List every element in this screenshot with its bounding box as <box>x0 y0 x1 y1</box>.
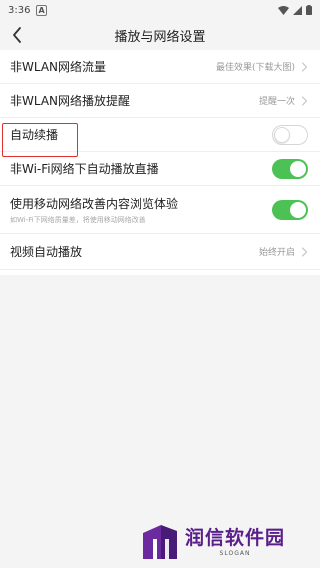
status-bar: 3:36 A <box>0 0 320 20</box>
autoplay-live-toggle[interactable] <box>272 158 308 179</box>
toggle-knob <box>274 126 290 143</box>
setting-value: 提醒一次 <box>258 97 295 107</box>
setting-label: 自动续播 <box>10 128 59 142</box>
watermark-name: 润信软件园 <box>185 527 286 549</box>
chevron-right-icon <box>301 246 308 257</box>
setting-label: 非WLAN网络播放提醒 <box>10 94 131 108</box>
nav-bar: 播放与网络设置 <box>0 20 320 50</box>
setting-row-autoplay-next: 自动续播 <box>0 118 320 152</box>
setting-row-autoplay-live: 非Wi-Fi网络下自动播放直播 <box>0 152 320 186</box>
settings-list: 非WLAN网络流量 最佳效果(下载大图) 非WLAN网络播放提醒 提醒一次 自动… <box>0 50 320 270</box>
setting-value: 最佳效果(下载大图) <box>215 63 295 73</box>
toggle-knob <box>290 160 306 177</box>
chevron-left-icon <box>13 27 21 43</box>
watermark-slogan: SLOGAN <box>219 550 251 557</box>
setting-label: 非WLAN网络流量 <box>10 60 107 74</box>
setting-value: 始终开启 <box>258 248 295 258</box>
setting-label: 使用移动网络改善内容浏览体验 <box>10 196 179 211</box>
setting-row-non-wlan-traffic[interactable]: 非WLAN网络流量 最佳效果(下载大图) <box>0 50 320 84</box>
watermark: 润信软件园 SLOGAN <box>141 523 285 561</box>
setting-row-non-wlan-reminder[interactable]: 非WLAN网络播放提醒 提醒一次 <box>0 84 320 118</box>
chevron-right-icon <box>301 95 308 106</box>
chevron-right-icon <box>301 61 308 72</box>
status-a-icon: A <box>36 4 47 16</box>
signal-icon <box>293 5 302 15</box>
setting-description: 如Wi-Fi下网络质量差，将使用移动网络改善 <box>10 215 146 224</box>
status-time: 3:36 <box>8 4 31 16</box>
page-title: 播放与网络设置 <box>114 29 206 45</box>
setting-row-video-autoplay[interactable]: 视频自动播放 始终开启 <box>0 234 320 270</box>
wifi-icon <box>278 5 289 15</box>
watermark-logo-icon <box>143 525 177 559</box>
setting-row-mobile-network-improve: 使用移动网络改善内容浏览体验 如Wi-Fi下网络质量差，将使用移动网络改善 <box>0 186 320 234</box>
autoplay-next-toggle[interactable] <box>272 124 308 145</box>
back-button[interactable] <box>6 24 28 46</box>
setting-label: 视频自动播放 <box>10 245 83 259</box>
setting-label: 非Wi-Fi网络下自动播放直播 <box>10 162 159 176</box>
mobile-network-improve-toggle[interactable] <box>272 199 308 220</box>
toggle-knob <box>290 201 306 218</box>
battery-icon <box>306 5 312 15</box>
